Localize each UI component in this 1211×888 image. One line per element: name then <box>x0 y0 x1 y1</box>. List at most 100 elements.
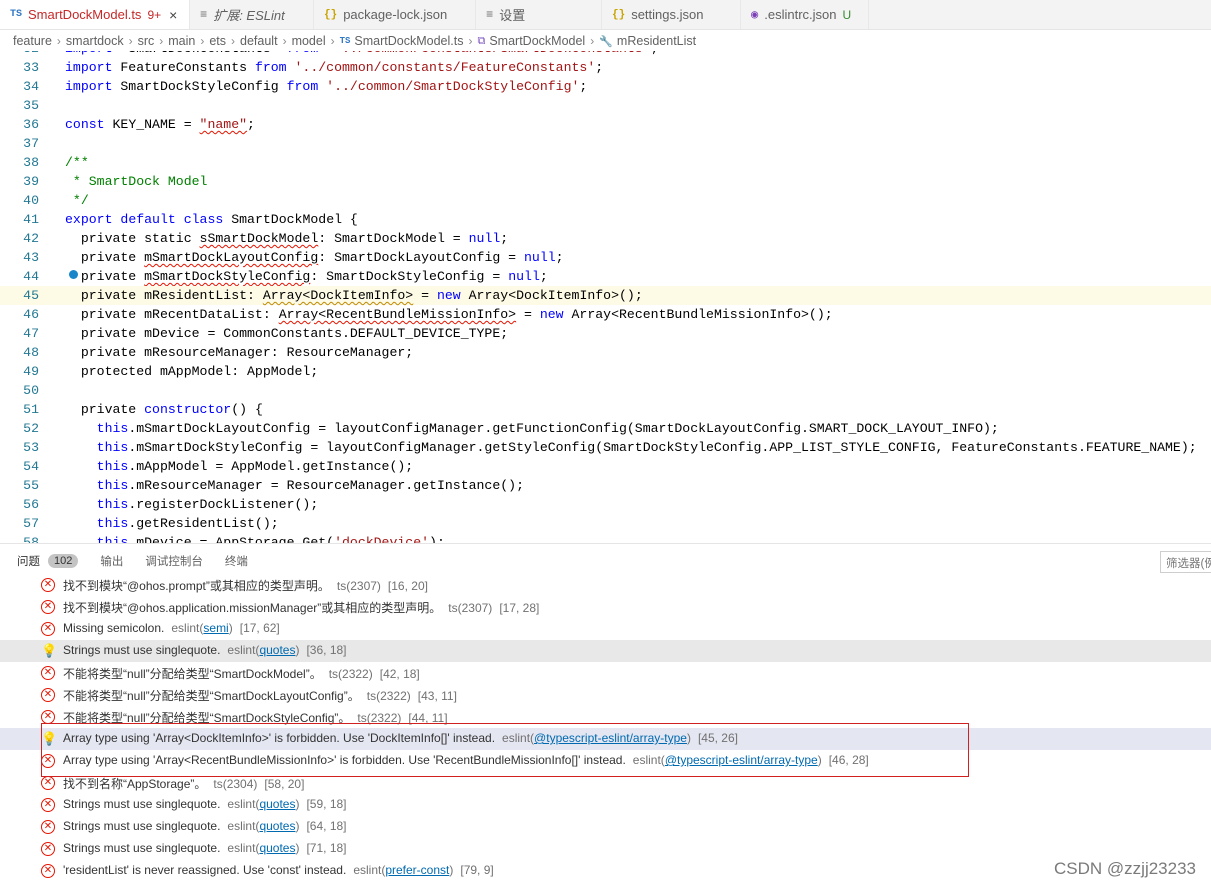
breadcrumb-item[interactable]: ets <box>209 34 226 48</box>
problem-item[interactable]: ✕ 找不到模块“@ohos.application.missionManager”… <box>0 596 1211 618</box>
code-text: private static sSmartDockModel: SmartDoc… <box>65 229 508 248</box>
rule-link[interactable]: quotes <box>259 643 295 657</box>
rule-link[interactable]: quotes <box>259 819 295 833</box>
panel-tab-3[interactable]: 终端 <box>225 544 248 577</box>
panel-tab-1[interactable]: 输出 <box>100 544 123 577</box>
close-icon[interactable]: × <box>169 7 177 23</box>
problem-icon: ✕ <box>41 798 55 812</box>
problem-item[interactable]: ✕ 'residentList' is never reassigned. Use… <box>0 860 1211 882</box>
code-token: 'dockDevice' <box>334 535 430 543</box>
problem-item[interactable]: ✕ 不能将类型“null”分配给类型“SmartDockStyleConfig”。… <box>0 706 1211 728</box>
rule-link[interactable]: semi <box>203 621 228 635</box>
source-end: ) <box>295 643 300 657</box>
code-line[interactable]: 48 private mResourceManager: ResourceMan… <box>0 343 1211 362</box>
problem-position: [43, 11] <box>417 689 457 703</box>
code-line[interactable]: 55 this.mResourceManager = ResourceManag… <box>0 476 1211 495</box>
class-symbol-icon: ⧉ <box>477 34 486 47</box>
code-line[interactable]: 44 private mSmartDockStyleConfig: SmartD… <box>0 267 1211 286</box>
problem-source: eslint(@typescript-eslint/array-type) <box>633 753 822 767</box>
code-token: const <box>65 117 105 132</box>
breadcrumb-item[interactable]: model <box>292 34 326 48</box>
code-line[interactable]: 45 private mResidentList: Array<DockItem… <box>0 286 1211 305</box>
code-line[interactable]: 40 */ <box>0 191 1211 210</box>
problems-filter-input[interactable]: 筛选器(例 <box>1160 551 1211 573</box>
code-line[interactable]: 46 private mRecentDataList: Array<Recent… <box>0 305 1211 324</box>
rule-link[interactable]: @typescript-eslint/array-type <box>534 731 687 745</box>
source-end: ) <box>817 753 822 767</box>
code-text: this.mResourceManager = ResourceManager.… <box>65 476 524 495</box>
code-line[interactable]: 38 /** <box>0 153 1211 172</box>
code-line[interactable]: 37 <box>0 134 1211 153</box>
panel-tab-0[interactable]: 问题 102 <box>17 544 79 577</box>
code-token: .getResidentList(); <box>128 516 279 531</box>
problem-item[interactable]: ✕ Strings must use singlequote. eslint(quo… <box>0 838 1211 860</box>
code-line[interactable]: 49 protected mAppModel: AppModel; <box>0 362 1211 381</box>
chevron-right-icon: › <box>330 34 335 48</box>
breadcrumb-item[interactable]: feature <box>13 34 52 48</box>
problem-item[interactable]: ✕ 找不到名称“AppStorage”。 ts(2304) [58, 20] <box>0 772 1211 794</box>
breadcrumb-class[interactable]: SmartDockModel <box>489 34 585 48</box>
code-line[interactable]: 47 private mDevice = CommonConstants.DEF… <box>0 324 1211 343</box>
rule-link[interactable]: @typescript-eslint/array-type <box>665 753 818 767</box>
code-line[interactable]: 34 import SmartDockStyleConfig from '../c… <box>0 77 1211 96</box>
problem-item[interactable]: ✕ 不能将类型“null”分配给类型“SmartDockModel”。 ts(232… <box>0 662 1211 684</box>
problem-item[interactable]: ✕ Missing semicolon. eslint(semi) [17, 62] <box>0 618 1211 640</box>
code-line[interactable]: 51 private constructor() { <box>0 400 1211 419</box>
breadcrumb-item[interactable]: main <box>168 34 195 48</box>
chevron-right-icon: › <box>231 34 236 48</box>
breadcrumb-item[interactable]: src <box>138 34 155 48</box>
problem-item[interactable]: 💡 Array type using 'Array<DockItemInfo>' … <box>0 728 1211 750</box>
breadcrumb-member[interactable]: mResidentList <box>617 34 696 48</box>
panel-tab-label: 问题 <box>17 555 40 568</box>
problem-item[interactable]: ✕ Strings must use singlequote. eslint(quo… <box>0 794 1211 816</box>
problem-message: 找不到模块“@ohos.application.missionManager”或… <box>63 601 442 615</box>
code-text: private mSmartDockStyleConfig: SmartDock… <box>65 267 548 286</box>
tab-4[interactable]: {} settings.json <box>602 0 741 29</box>
code-line[interactable]: 39 * SmartDock Model <box>0 172 1211 191</box>
untracked-badge: U <box>842 7 852 22</box>
tab-1[interactable]: ≡ 扩展: ESLint <box>190 0 314 29</box>
error-icon: ✕ <box>41 578 55 592</box>
code-token: this <box>96 535 129 543</box>
code-line[interactable]: 36 const KEY_NAME = "name"; <box>0 115 1211 134</box>
code-line[interactable]: 57 this.getResidentList(); <box>0 514 1211 533</box>
rule-link[interactable]: prefer-const <box>385 863 449 877</box>
code-line[interactable]: 54 this.mAppModel = AppModel.getInstance… <box>0 457 1211 476</box>
problem-item[interactable]: ✕ 找不到模块“@ohos.prompt”或其相应的类型声明。 ts(2307) [1… <box>0 574 1211 596</box>
code-line[interactable]: 41 export default class SmartDockModel { <box>0 210 1211 229</box>
breadcrumb-file[interactable]: SmartDockModel.ts <box>354 34 463 48</box>
code-line[interactable]: 52 this.mSmartDockLayoutConfig = layoutC… <box>0 419 1211 438</box>
code-line[interactable]: 53 this.mSmartDockStyleConfig = layoutCo… <box>0 438 1211 457</box>
code-line[interactable]: 56 this.registerDockListener(); <box>0 495 1211 514</box>
code-line[interactable]: 42 private static sSmartDockModel: Smart… <box>0 229 1211 248</box>
breadcrumb-item[interactable]: smartdock <box>66 34 124 48</box>
tab-5[interactable]: ◉ .eslintrc.json U <box>741 0 869 29</box>
code-line[interactable]: 58 this.mDevice = AppStorage.Get('dockDe… <box>0 533 1211 543</box>
problem-item[interactable]: 💡 Strings must use singlequote. eslint(quo… <box>0 640 1211 662</box>
rule-link[interactable]: quotes <box>259 841 295 855</box>
tab-3[interactable]: ≡ 设置 <box>476 0 602 29</box>
code-line[interactable]: 50 <box>0 381 1211 400</box>
problem-text: 找不到名称“AppStorage”。 ts(2304) [58, 20] <box>63 775 304 792</box>
breadcrumb-item[interactable]: default <box>240 34 278 48</box>
code-token: Array<RecentBundleMissionInfo>(); <box>563 307 833 322</box>
rule-link[interactable]: quotes <box>259 797 295 811</box>
problem-item[interactable]: ✕ 不能将类型“null”分配给类型“SmartDockLayoutConfig”… <box>0 684 1211 706</box>
problem-item[interactable]: ✕ Strings must use singlequote. eslint(quo… <box>0 816 1211 838</box>
line-number: 55 <box>23 478 39 493</box>
code-line[interactable]: 43 private mSmartDockLayoutConfig: Smart… <box>0 248 1211 267</box>
code-editor[interactable]: 32import SmartDockConstants from '../com… <box>0 41 1211 543</box>
tab-0[interactable]: TS SmartDockModel.ts 9+ × <box>0 0 190 29</box>
panel-tab-2[interactable]: 调试控制台 <box>145 544 203 577</box>
lightbulb-gutter-icon[interactable] <box>69 270 78 279</box>
problem-message: Strings must use singlequote. <box>63 643 221 657</box>
problem-text: 'residentList' is never reassigned. Use … <box>63 863 494 877</box>
source-end: ) <box>686 731 691 745</box>
problem-count-badge: 9+ <box>147 7 162 22</box>
problem-source: eslint(semi) <box>171 621 232 635</box>
code-line[interactable]: 35 <box>0 96 1211 115</box>
tab-2[interactable]: {} package-lock.json <box>314 0 476 29</box>
line-number: 36 <box>23 117 39 132</box>
problem-item[interactable]: ✕ Array type using 'Array<RecentBundleMis… <box>0 750 1211 772</box>
code-line[interactable]: 33 import FeatureConstants from '../commo… <box>0 58 1211 77</box>
